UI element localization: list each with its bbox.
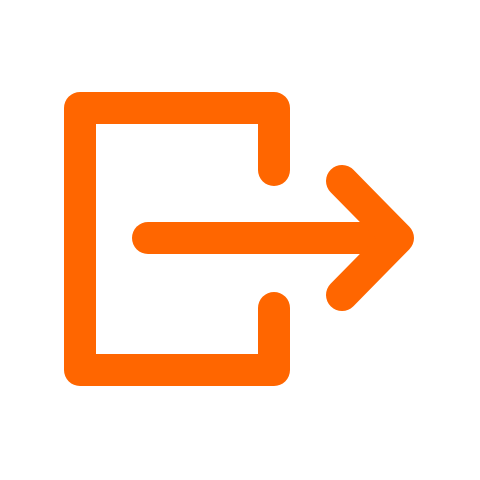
logout-icon[interactable] bbox=[0, 0, 480, 480]
icon-canvas bbox=[0, 0, 480, 480]
